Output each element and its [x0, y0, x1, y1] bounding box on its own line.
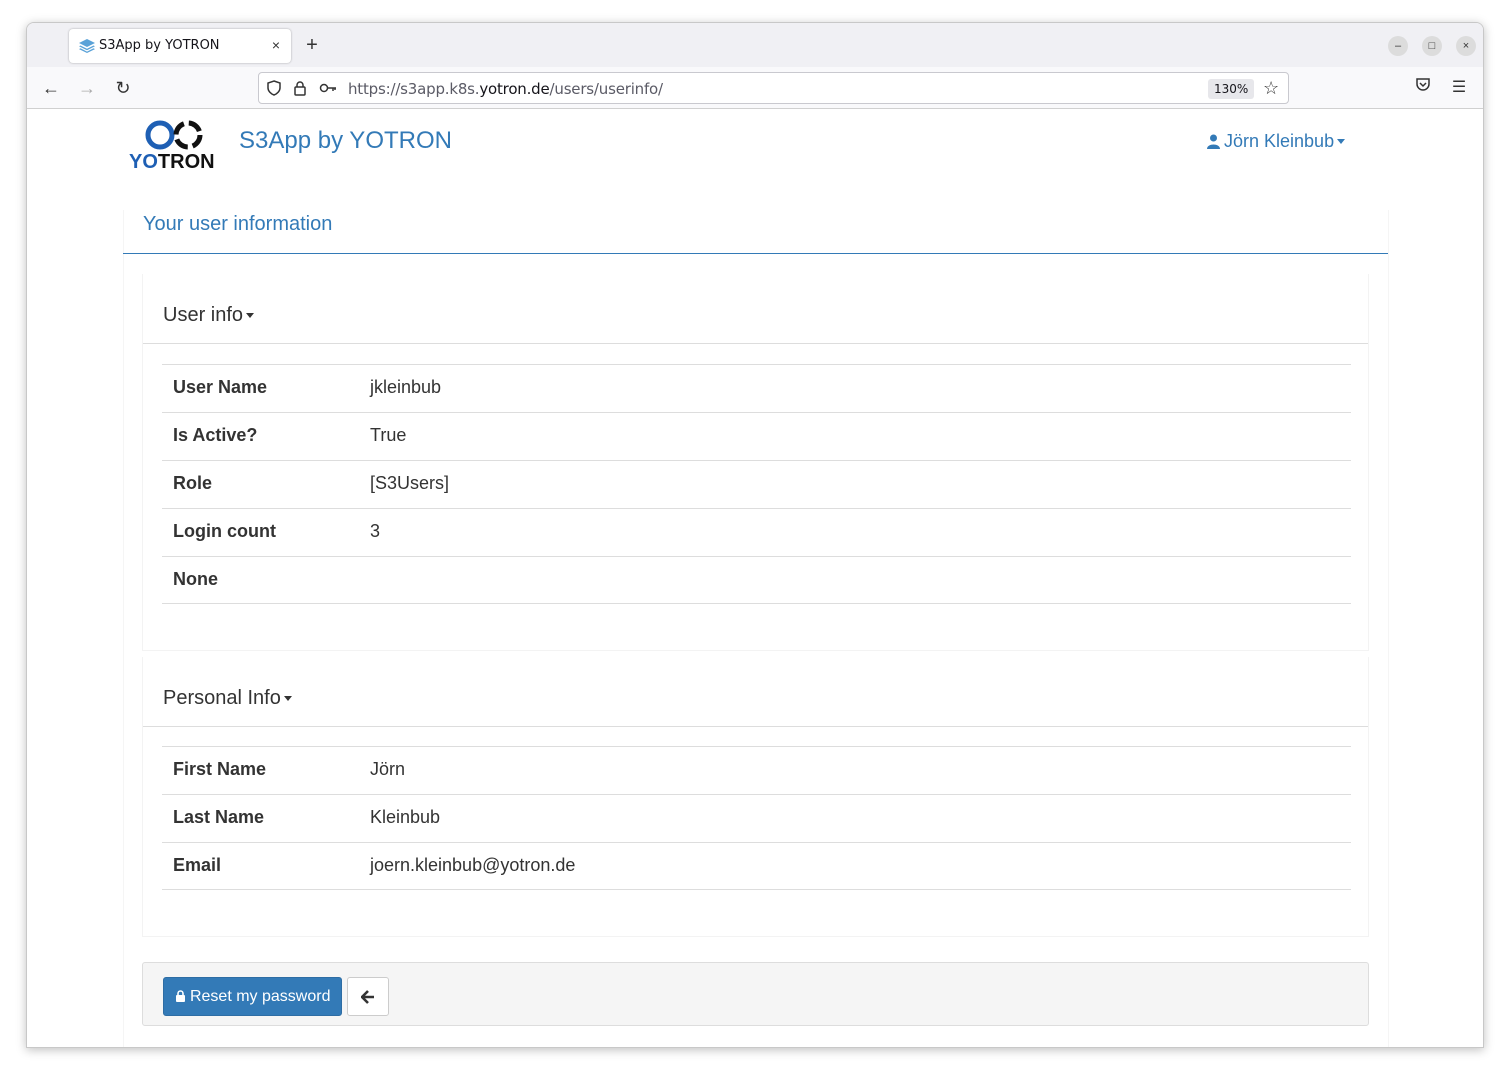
page-heading: Your user information [123, 200, 1388, 254]
table-row: Email joern.kleinbub@yotron.de [162, 842, 1351, 890]
table-row: Is Active? True [162, 412, 1351, 460]
page-content: YOTRON S3App by YOTRON Jörn Kleinbub You… [27, 110, 1483, 1047]
table-row: User Name jkleinbub [162, 364, 1351, 412]
personal-info-table: First Name Jörn Last Name Kleinbub Email jo… [162, 746, 1351, 890]
navigation-bar: ← → ↻ https://s3app.k8s.yotron.de/users/… [27, 67, 1483, 109]
row-key: Role [173, 473, 213, 493]
row-value: [S3Users] [370, 473, 450, 493]
page-title: Your user information [143, 213, 333, 235]
table-row: Login count 3 [162, 508, 1351, 556]
url-prefix: https://s3app.k8s. [348, 80, 480, 98]
user-info-panel: User info User Name jkleinbub Is Active? T… [142, 274, 1369, 651]
pocket-icon[interactable] [1411, 76, 1435, 100]
new-tab-button[interactable]: + [301, 35, 323, 57]
row-key: Login count [173, 521, 276, 541]
close-tab-icon[interactable]: × [267, 36, 285, 54]
url-path: /users/userinfo/ [549, 80, 664, 98]
layers-icon [79, 39, 95, 53]
svg-text:YOTRON: YOTRON [129, 151, 215, 172]
back-button[interactable] [347, 977, 389, 1016]
user-info-title-text: User info [163, 304, 244, 326]
personal-info-panel: Personal Info First Name Jörn Last Name Kl… [142, 657, 1369, 937]
table-row: Last Name Kleinbub [162, 794, 1351, 842]
url-domain: yotron.de [479, 80, 550, 98]
zoom-level[interactable]: 130% [1208, 79, 1255, 99]
row-value: Kleinbub [370, 807, 441, 827]
minimize-button[interactable]: – [1388, 36, 1408, 56]
key-icon[interactable] [319, 80, 337, 98]
chevron-down-icon [283, 696, 292, 702]
user-name: Jörn Kleinbub [1224, 131, 1335, 151]
user-info-table: User Name jkleinbub Is Active? True Role [S… [162, 364, 1351, 604]
reset-password-button[interactable]: Reset my password [163, 977, 342, 1016]
yotron-logo[interactable]: YOTRON [128, 116, 222, 172]
row-key: Email [173, 855, 222, 875]
shield-icon[interactable] [265, 80, 283, 98]
app-title[interactable]: S3App by YOTRON [239, 127, 452, 155]
maximize-button[interactable]: □ [1422, 36, 1442, 56]
browser-window: S3App by YOTRON × + – □ × ← → ↻ https://… [26, 22, 1484, 1048]
row-key: Last Name [173, 807, 265, 827]
actions-bar: Reset my password [142, 962, 1369, 1026]
row-value: Jörn [370, 759, 406, 779]
reload-icon[interactable]: ↻ [111, 76, 135, 100]
back-arrow-icon[interactable]: ← [39, 76, 63, 100]
user-menu[interactable]: Jörn Kleinbub [1207, 131, 1346, 152]
tab-title: S3App by YOTRON [99, 38, 220, 53]
row-key: User Name [173, 377, 268, 397]
hamburger-menu-icon[interactable]: ☰ [1447, 76, 1471, 100]
user-info-title: User info [163, 304, 255, 327]
browser-tab[interactable]: S3App by YOTRON × [69, 29, 291, 63]
table-row: None [162, 556, 1351, 604]
bookmark-star-icon[interactable]: ☆ [1263, 78, 1279, 99]
url-bar[interactable]: https://s3app.k8s.yotron.de/users/userin… [258, 72, 1289, 104]
personal-info-title-text: Personal Info [163, 687, 281, 709]
chevron-down-icon [246, 313, 255, 319]
url-text[interactable]: https://s3app.k8s.yotron.de/users/userin… [348, 80, 663, 98]
close-window-button[interactable]: × [1456, 36, 1476, 56]
arrow-left-icon [360, 990, 374, 1004]
forward-arrow-icon[interactable]: → [75, 76, 99, 100]
table-row: Role [S3Users] [162, 460, 1351, 508]
row-value: jkleinbub [370, 377, 442, 397]
tab-strip: S3App by YOTRON × + – □ × [27, 23, 1483, 67]
row-value: joern.kleinbub@yotron.de [370, 855, 576, 875]
lock-icon[interactable] [291, 80, 309, 98]
row-value: 3 [370, 521, 381, 541]
desktop: S3App by YOTRON × + – □ × ← → ↻ https://… [0, 0, 1509, 1076]
lock-icon [175, 990, 185, 1002]
table-row: First Name Jörn [162, 746, 1351, 794]
reset-password-label: Reset my password [189, 988, 331, 1005]
chevron-down-icon [1337, 139, 1346, 144]
row-key: Is Active? [173, 425, 258, 445]
user-icon [1207, 134, 1220, 149]
row-key: First Name [173, 759, 267, 779]
user-info-header[interactable]: User info [143, 274, 1368, 344]
personal-info-header[interactable]: Personal Info [143, 657, 1368, 727]
personal-info-title: Personal Info [163, 687, 292, 710]
row-key: None [173, 569, 218, 589]
row-value: True [370, 425, 407, 445]
